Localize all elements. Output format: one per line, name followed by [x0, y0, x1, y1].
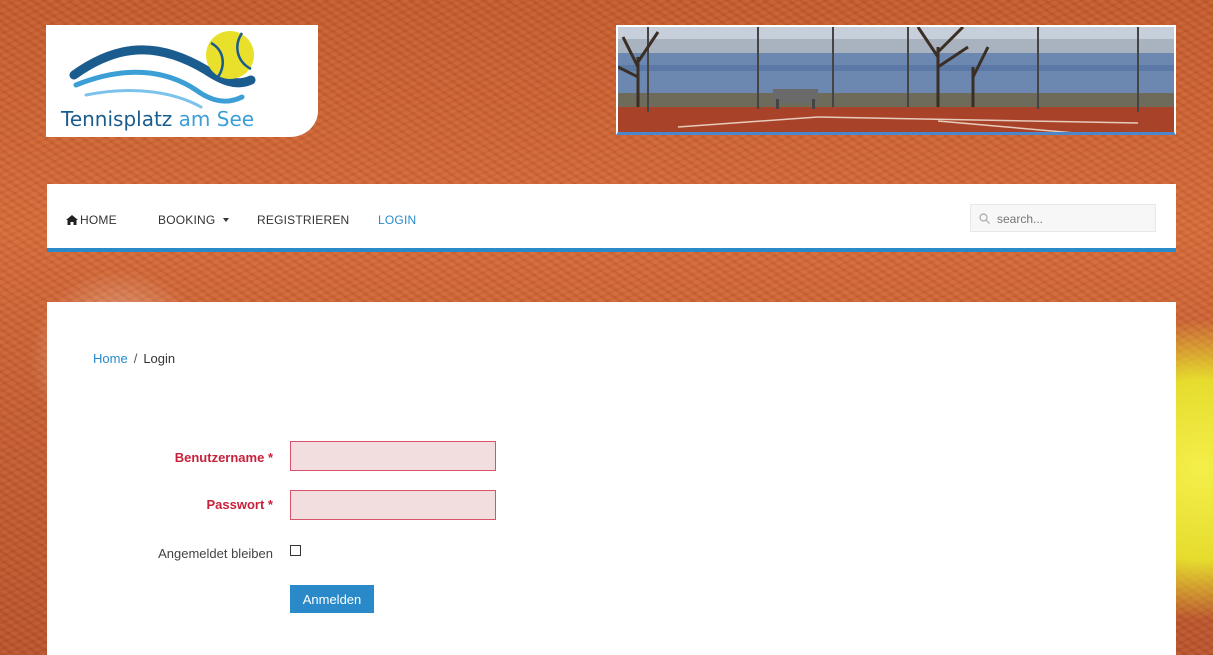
main-navigation: HOME BOOKING REGISTRIEREN LOGIN: [47, 184, 1176, 252]
search-icon[interactable]: [979, 213, 990, 224]
nav-home-label: HOME: [80, 213, 117, 227]
logo-text: Tennisplatz am See: [61, 107, 254, 131]
login-submit-button[interactable]: Anmelden: [290, 585, 374, 613]
nav-registrieren[interactable]: REGISTRIEREN: [257, 213, 349, 227]
breadcrumb-current: Login: [143, 351, 176, 366]
banner-tennis-court-photo: [618, 27, 1174, 132]
breadcrumb-home-link[interactable]: Home: [93, 351, 128, 366]
breadcrumb-separator: /: [133, 351, 138, 366]
password-label: Passwort *: [206, 497, 273, 512]
breadcrumb: Home / Login: [93, 351, 175, 366]
home-icon: [66, 215, 78, 225]
nav-registrieren-label: REGISTRIEREN: [257, 213, 350, 227]
password-field[interactable]: [290, 490, 496, 520]
nav-login-label: LOGIN: [378, 213, 417, 227]
chevron-down-icon: [223, 218, 230, 222]
search-input[interactable]: [995, 208, 1155, 230]
nav-login[interactable]: LOGIN: [378, 213, 416, 227]
logo-name-part1: Tennisplatz: [61, 107, 173, 131]
nav-booking-label: BOOKING: [158, 213, 216, 227]
username-label: Benutzername *: [174, 450, 273, 465]
logo-name-part2: am See: [178, 107, 255, 131]
remember-me-checkbox[interactable]: [290, 545, 301, 556]
nav-home[interactable]: HOME: [66, 213, 117, 227]
main-content: Home / Login Benutzername * Passwort * Ang…: [47, 302, 1176, 655]
remember-me-label: Angemeldet bleiben: [158, 546, 273, 561]
search-box: [970, 204, 1156, 232]
site-logo[interactable]: Tennisplatz am See: [46, 25, 318, 137]
nav-booking[interactable]: BOOKING: [158, 213, 230, 227]
username-field[interactable]: [290, 441, 496, 471]
header-banner-image: [616, 25, 1176, 135]
